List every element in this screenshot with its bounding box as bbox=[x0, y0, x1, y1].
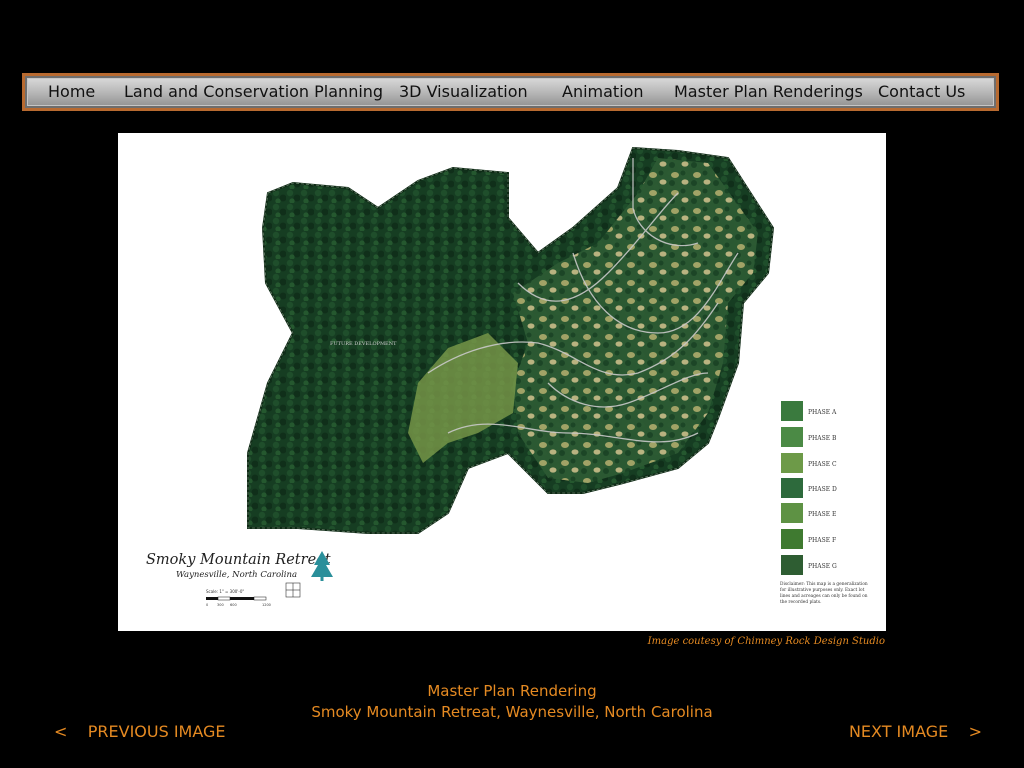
svg-text:lines and acreages can only be: lines and acreages can only be found on bbox=[780, 594, 868, 599]
svg-text:for illustrative purposes only: for illustrative purposes only. Exact lo… bbox=[780, 588, 865, 593]
nav-item-3d-visualization[interactable]: 3D Visualization bbox=[399, 82, 528, 101]
svg-text:600: 600 bbox=[230, 603, 237, 607]
legend-swatch-phase-c bbox=[781, 453, 803, 473]
nav-item-animation[interactable]: Animation bbox=[562, 82, 644, 101]
master-plan-map-image: FUTURE DEVELOPMENT PHASE A PHASE B PHASE… bbox=[118, 133, 886, 631]
legend-swatch-phase-e bbox=[781, 503, 803, 523]
legend-label-phase-c: PHASE C bbox=[808, 461, 837, 468]
next-image-label: NEXT IMAGE bbox=[848, 722, 949, 741]
map-subtitle: Waynesville, North Carolina bbox=[176, 570, 297, 580]
legend-label-phase-e: PHASE E bbox=[808, 511, 836, 518]
svg-text:the recorded plats.: the recorded plats. bbox=[780, 600, 821, 605]
svg-text:0: 0 bbox=[206, 603, 208, 607]
legend-label-phase-b: PHASE B bbox=[808, 435, 837, 442]
legend-label-phase-d: PHASE D bbox=[808, 486, 837, 493]
scale-label: Scale: 1" = 300'-0" bbox=[206, 589, 244, 594]
next-image-link[interactable]: NEXT IMAGE > bbox=[849, 722, 982, 741]
future-development-label: FUTURE DEVELOPMENT bbox=[330, 341, 397, 347]
map-disclaimer: Disclaimer: This map is a generalization… bbox=[780, 582, 868, 605]
legend-label-phase-a: PHASE A bbox=[808, 409, 837, 416]
main-nav-bar: Home Land and Conservation Planning 3D V… bbox=[22, 73, 999, 111]
nav-item-contact-us[interactable]: Contact Us bbox=[878, 82, 965, 101]
map-illustration: FUTURE DEVELOPMENT PHASE A PHASE B PHASE… bbox=[146, 146, 868, 607]
chevron-left-icon: < bbox=[54, 722, 68, 741]
svg-text:300: 300 bbox=[217, 603, 224, 607]
previous-image-label: PREVIOUS IMAGE bbox=[87, 722, 226, 741]
chevron-right-icon: > bbox=[968, 722, 982, 741]
caption-title: Master Plan Rendering bbox=[427, 682, 597, 700]
legend-swatch-phase-g bbox=[781, 555, 803, 575]
legend-swatch-phase-b bbox=[781, 427, 803, 447]
nav-item-master-plan-renderings[interactable]: Master Plan Renderings bbox=[674, 82, 863, 101]
legend-swatch-phase-f bbox=[781, 529, 803, 549]
legend-label-phase-f: PHASE F bbox=[808, 537, 836, 544]
image-credit: Image coutesy of Chimney Rock Design Stu… bbox=[647, 636, 885, 647]
caption-subtitle: Smoky Mountain Retreat, Waynesville, Nor… bbox=[311, 703, 713, 721]
nav-item-home[interactable]: Home bbox=[48, 82, 95, 101]
legend-swatch-phase-a bbox=[781, 401, 803, 421]
development-lots bbox=[513, 158, 758, 483]
map-title: Smoky Mountain Retreat bbox=[146, 552, 331, 568]
previous-image-link[interactable]: < PREVIOUS IMAGE bbox=[54, 722, 226, 741]
scale-bar bbox=[206, 596, 267, 601]
phase-legend: PHASE A PHASE B PHASE C PHASE D PHASE E … bbox=[781, 401, 837, 575]
svg-text:1200: 1200 bbox=[262, 603, 271, 607]
svg-text:Disclaimer: This map is a gene: Disclaimer: This map is a generalization bbox=[780, 582, 868, 587]
legend-label-phase-g: PHASE G bbox=[808, 563, 837, 570]
nav-item-land-conservation-planning[interactable]: Land and Conservation Planning bbox=[124, 82, 383, 101]
north-arrow-icon bbox=[285, 582, 301, 598]
legend-swatch-phase-d bbox=[781, 478, 803, 498]
